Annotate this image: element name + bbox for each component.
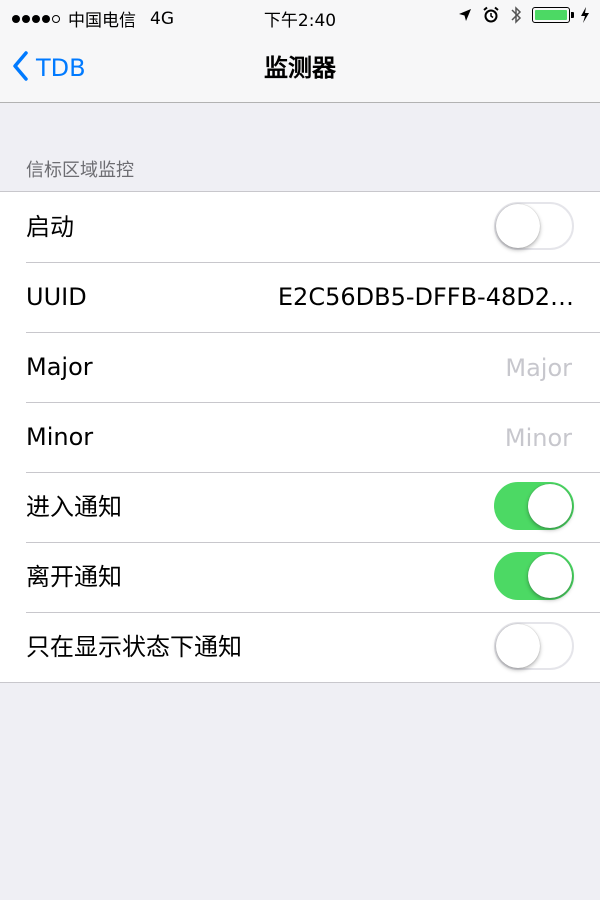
battery-fill	[535, 10, 567, 20]
status-bar: 中国电信 4G 下午2:40	[0, 0, 600, 34]
notify-on-display-toggle[interactable]	[494, 622, 574, 670]
page-title: 监测器	[264, 54, 336, 82]
uuid-value: E2C56DB5-DFFB-48D2…	[277, 283, 574, 311]
major-input[interactable]	[270, 349, 574, 387]
minor-input[interactable]	[270, 419, 574, 457]
toggle-knob	[496, 204, 540, 248]
toggle-knob	[528, 484, 572, 528]
toggle-knob	[528, 554, 572, 598]
enable-toggle[interactable]	[494, 202, 574, 250]
row-minor: Minor	[0, 402, 600, 472]
toggle-knob	[496, 624, 540, 668]
settings-table: 启动 UUID E2C56DB5-DFFB-48D2… Major Minor …	[0, 191, 600, 683]
battery-tip	[571, 12, 574, 18]
row-label: 进入通知	[26, 493, 122, 521]
row-label: 启动	[26, 213, 74, 241]
alarm-clock-icon	[482, 6, 500, 24]
notify-entry-toggle[interactable]	[494, 482, 574, 530]
row-label: 只在显示状态下通知	[26, 633, 242, 661]
section-header: 信标区域监控	[26, 160, 134, 181]
battery-icon	[532, 7, 574, 23]
charging-bolt-icon	[580, 7, 590, 23]
status-right	[458, 5, 590, 25]
row-uuid[interactable]: UUID E2C56DB5-DFFB-48D2…	[0, 262, 600, 332]
row-label: UUID	[26, 283, 87, 311]
row-major: Major	[0, 332, 600, 402]
notify-exit-toggle[interactable]	[494, 552, 574, 600]
bluetooth-icon	[510, 5, 522, 25]
row-label: 离开通知	[26, 563, 122, 591]
row-label: Major	[26, 353, 93, 381]
location-arrow-icon	[458, 8, 472, 22]
navigation-bar: TDB 监测器	[0, 34, 600, 103]
row-notify-exit: 离开通知	[0, 542, 600, 612]
row-notify-entry: 进入通知	[0, 472, 600, 542]
row-label: Minor	[26, 423, 94, 451]
row-enable: 启动	[0, 192, 600, 262]
row-notify-on-display: 只在显示状态下通知	[0, 612, 600, 682]
